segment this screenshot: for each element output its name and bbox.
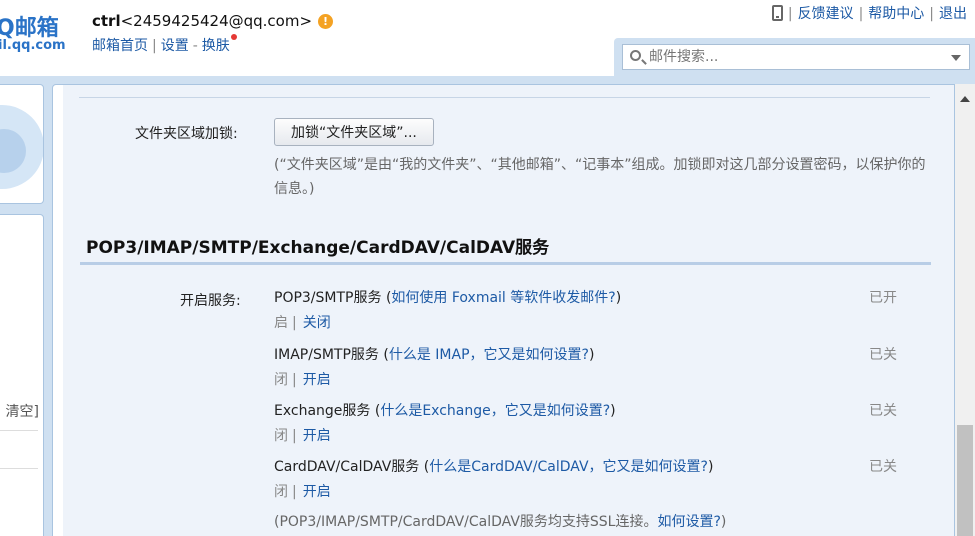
new-indicator-dot bbox=[230, 34, 237, 40]
service-help-link[interactable]: 什么是 IMAP，它又是如何设置? bbox=[389, 347, 589, 363]
service-status-row: 闭 | 开启 bbox=[274, 428, 331, 444]
top-right-links: | 反馈建议 | 帮助中心 | 退出 bbox=[771, 3, 967, 23]
search-icon[interactable] bbox=[630, 50, 641, 61]
clear-link[interactable]: 清空] bbox=[6, 401, 39, 421]
service-pop3-smtp: POP3/SMTP服务 (如何使用 Foxmail 等软件收发邮件?) bbox=[274, 290, 622, 306]
service-status-row: 闭 | 开启 bbox=[274, 484, 331, 500]
user-info: ctrl<2459425424@qq.com>! bbox=[92, 12, 334, 30]
divider bbox=[79, 97, 930, 98]
logout-link[interactable]: 退出 bbox=[939, 6, 967, 22]
ssl-note: (POP3/IMAP/SMTP/CardDAV/CalDAV服务均支持SSL连接… bbox=[274, 514, 727, 530]
service-status: 已关 bbox=[869, 459, 897, 475]
header-links: 邮箱首页 | 设置 - 换肤 bbox=[92, 34, 237, 55]
service-help-link[interactable]: 什么是CardDAV/CalDAV，它又是如何设置? bbox=[429, 459, 708, 475]
settings-panel: 文件夹区域加锁: 加锁“文件夹区域”... (“文件夹区域”是由“我的文件夹”、… bbox=[52, 84, 955, 536]
settings-content: 文件夹区域加锁: 加锁“文件夹区域”... (“文件夹区域”是由“我的文件夹”、… bbox=[63, 85, 954, 536]
change-skin-link[interactable]: 换肤 bbox=[202, 38, 230, 54]
service-exchange: Exchange服务 (什么是Exchange，它又是如何设置?) bbox=[274, 403, 616, 419]
search-area bbox=[614, 38, 975, 76]
dropdown-caret-icon[interactable] bbox=[951, 55, 961, 61]
username: ctrl bbox=[92, 12, 121, 30]
service-toggle-link[interactable]: 开启 bbox=[303, 484, 331, 500]
help-center-link[interactable]: 帮助中心 bbox=[868, 6, 924, 22]
open-service-label: 开启服务: bbox=[180, 293, 241, 309]
service-toggle-link[interactable]: 开启 bbox=[303, 428, 331, 444]
feedback-link[interactable]: 反馈建议 bbox=[798, 6, 854, 22]
service-status: 已关 bbox=[869, 347, 897, 363]
mail-home-link[interactable]: 邮箱首页 bbox=[92, 38, 148, 54]
service-help-link[interactable]: 什么是Exchange，它又是如何设置? bbox=[380, 403, 610, 419]
section-divider bbox=[80, 262, 931, 265]
service-status: 已开 bbox=[869, 290, 897, 306]
search-input[interactable] bbox=[649, 48, 939, 66]
phone-icon[interactable] bbox=[771, 5, 783, 21]
divider bbox=[0, 430, 38, 431]
service-status-row: 闭 | 开启 bbox=[274, 372, 331, 388]
sidebar-folder-panel: 清空] bbox=[0, 214, 44, 536]
service-status-row: 启 | 关闭 bbox=[274, 315, 331, 331]
folder-lock-label: 文件夹区域加锁: bbox=[135, 126, 238, 142]
mail-search[interactable] bbox=[622, 44, 970, 70]
service-imap-smtp: IMAP/SMTP服务 (什么是 IMAP，它又是如何设置?) bbox=[274, 347, 595, 363]
settings-link[interactable]: 设置 bbox=[161, 38, 189, 54]
vertical-scrollbar[interactable] bbox=[955, 84, 975, 536]
logo-domain: il.qq.com bbox=[0, 38, 66, 53]
folder-lock-button[interactable]: 加锁“文件夹区域”... bbox=[274, 118, 434, 146]
section-title: POP3/IMAP/SMTP/Exchange/CardDAV/CalDAV服务 bbox=[86, 238, 550, 258]
service-toggle-link[interactable]: 开启 bbox=[303, 372, 331, 388]
service-carddav-caldav: CardDAV/CalDAV服务 (什么是CardDAV/CalDAV，它又是如… bbox=[274, 459, 714, 475]
divider bbox=[0, 468, 38, 469]
folder-lock-description: (“文件夹区域”是由“我的文件夹”、“其他邮箱”、“记事本”组成。加锁即对这几部… bbox=[274, 157, 926, 197]
service-toggle-link[interactable]: 关闭 bbox=[303, 315, 331, 331]
user-email: <2459425424@qq.com> bbox=[120, 12, 313, 30]
warning-icon[interactable]: ! bbox=[318, 14, 334, 29]
sidebar-top-panel bbox=[0, 84, 44, 204]
service-status: 已关 bbox=[869, 403, 897, 419]
service-help-link[interactable]: 如何使用 Foxmail 等软件收发邮件? bbox=[391, 290, 615, 306]
scroll-thumb[interactable] bbox=[957, 425, 973, 536]
qq-mail-logo[interactable]: Q邮箱 il.qq.com bbox=[0, 8, 70, 60]
ssl-help-link[interactable]: 如何设置? bbox=[657, 514, 720, 530]
header: Q邮箱 il.qq.com ctrl<2459425424@qq.com>! 邮… bbox=[0, 0, 975, 76]
scroll-up-icon[interactable] bbox=[960, 96, 970, 102]
